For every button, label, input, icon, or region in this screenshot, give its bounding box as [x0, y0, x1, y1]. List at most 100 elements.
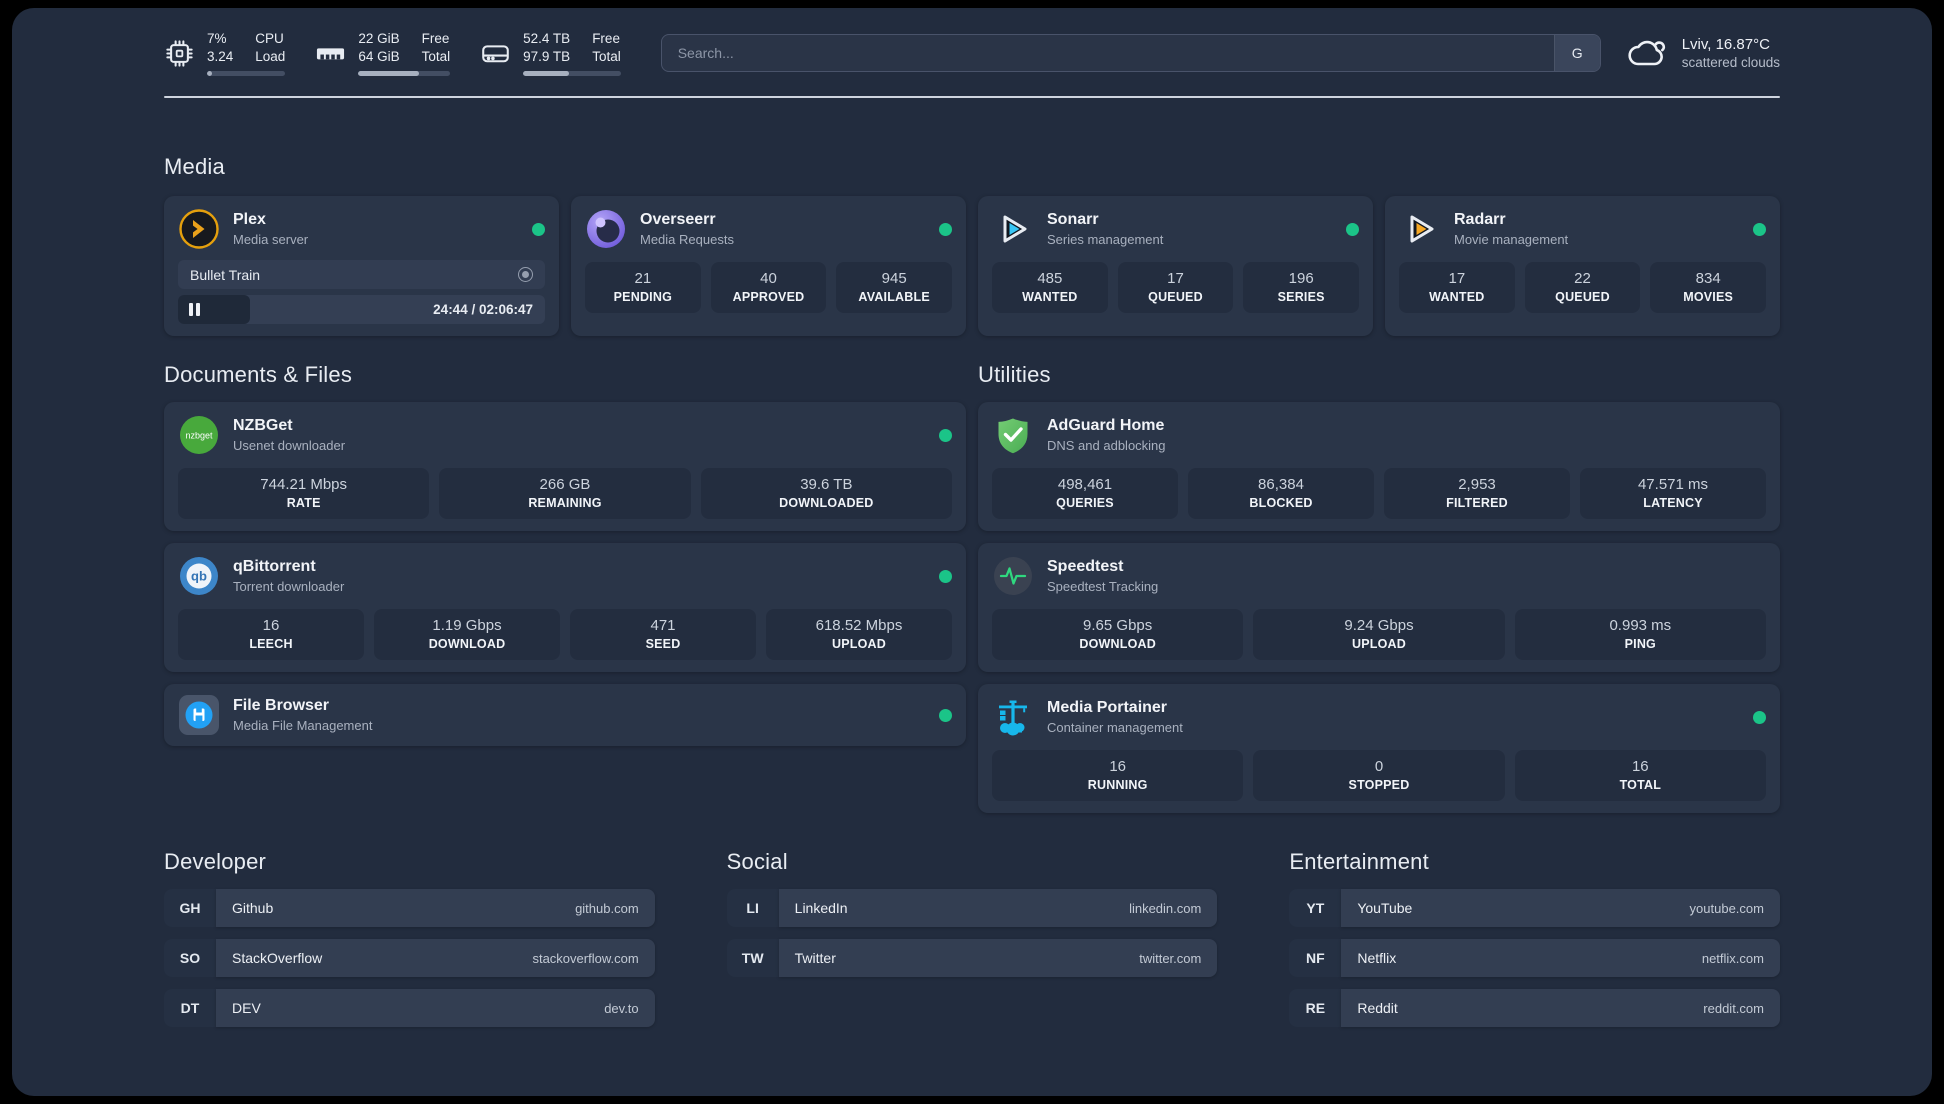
app-card-plex[interactable]: Plex Media server Bullet Train 24:44 / 0…: [164, 196, 559, 337]
bookmark-abbr: DT: [164, 989, 216, 1028]
stat-value: 485: [1037, 270, 1063, 288]
bookmark-netflix[interactable]: NF Netflix netflix.com: [1289, 939, 1780, 978]
cpu-metric: 7% 3.24 CPU Load: [164, 30, 286, 77]
app-card-radarr[interactable]: Radarr Movie management 17 WANTED 22 QUE…: [1385, 196, 1780, 337]
ram-total-label: Total: [421, 49, 451, 65]
portainer-icon: [992, 696, 1034, 738]
stat-tile-series: 196 SERIES: [1243, 262, 1359, 314]
radarr-icon: [1399, 208, 1441, 250]
stat-label: QUEUED: [1148, 290, 1203, 305]
ram-icon: [317, 48, 345, 60]
bookmark-reddit[interactable]: RE Reddit reddit.com: [1289, 989, 1780, 1028]
app-card-filebrowser[interactable]: File Browser Media File Management: [164, 684, 966, 747]
stat-tile-approved: 40 APPROVED: [710, 262, 827, 314]
app-name-nzbget: NZBGet: [233, 417, 293, 435]
stat-value: 39.6 TB: [800, 476, 853, 494]
bookmark-youtube[interactable]: YT YouTube youtube.com: [1289, 889, 1780, 928]
stat-tile-download: 1.19 Gbps DOWNLOAD: [374, 609, 560, 661]
stat-label: WANTED: [1022, 290, 1078, 305]
stat-label: SEED: [645, 637, 681, 652]
stat-value: 9.65 Gbps: [1083, 617, 1153, 635]
stat-label: UPLOAD: [1352, 637, 1406, 652]
bookmark-name: StackOverflow: [232, 950, 323, 967]
bookmark-stackoverflow[interactable]: SO StackOverflow stackoverflow.com: [164, 939, 655, 978]
bookmark-twitter[interactable]: TW Twitter twitter.com: [726, 939, 1218, 978]
bookmark-name: LinkedIn: [794, 900, 848, 917]
player-elapsed: [178, 295, 250, 325]
stat-tile-stopped: 0 STOPPED: [1253, 750, 1505, 802]
stat-label: APPROVED: [732, 290, 805, 305]
section-developer: Developer GH Github github.com SO StackO…: [164, 849, 655, 1028]
stat-value: 16: [262, 617, 280, 635]
speedtest-icon: [992, 555, 1034, 597]
app-card-qbittorrent[interactable]: qb qBittorrent Torrent downloader 16 LEE…: [164, 543, 966, 673]
stat-label: PING: [1624, 637, 1656, 652]
stat-tile-downloaded: 39.6 TB DOWNLOADED: [700, 468, 952, 520]
app-card-portainer[interactable]: Media Portainer Container management 16 …: [978, 684, 1780, 814]
dashboard-panel: 7% 3.24 CPU Load 22 GiB 64 GiB Free Tota…: [12, 8, 1932, 1096]
section-entertainment: Entertainment YT YouTube youtube.com NF …: [1289, 849, 1780, 1028]
stat-tile-upload: 618.52 Mbps UPLOAD: [766, 609, 952, 661]
cpu-progress-fill: [207, 71, 213, 77]
stat-tile-rate: 744.21 Mbps RATE: [178, 468, 430, 520]
app-card-nzbget[interactable]: nzbget NZBGet Usenet downloader 744.21 M…: [164, 402, 966, 532]
section-title-utilities: Utilities: [978, 362, 1051, 388]
ram-metric: 22 GiB 64 GiB Free Total: [315, 30, 451, 77]
app-desc-speedtest: Speedtest Tracking: [1047, 579, 1159, 595]
bookmark-url: reddit.com: [1703, 1000, 1764, 1016]
stat-tile-download: 9.65 Gbps DOWNLOAD: [992, 609, 1244, 661]
stat-tile-upload: 9.24 Gbps UPLOAD: [1253, 609, 1505, 661]
search-input[interactable]: [661, 35, 1554, 72]
ram-progress-fill: [358, 71, 419, 77]
stat-label: WANTED: [1429, 290, 1485, 305]
player-progress-bar[interactable]: 24:44 / 02:06:47: [178, 295, 545, 325]
app-desc-sonarr: Series management: [1047, 232, 1164, 248]
app-card-adguard[interactable]: AdGuard Home DNS and adblocking 498,461 …: [978, 402, 1780, 532]
stat-label: LATENCY: [1643, 496, 1703, 511]
ram-free-label: Free: [421, 31, 450, 46]
stat-label: RATE: [286, 496, 321, 511]
disk-icon: [482, 45, 509, 63]
app-card-sonarr[interactable]: Sonarr Series management 485 WANTED 17 Q…: [978, 196, 1373, 337]
stat-label: DOWNLOADED: [779, 496, 874, 511]
app-card-speedtest[interactable]: Speedtest Speedtest Tracking 9.65 Gbps D…: [978, 543, 1780, 673]
top-bar: 7% 3.24 CPU Load 22 GiB 64 GiB Free Tota…: [164, 8, 1780, 77]
bookmark-name: Twitter: [794, 950, 836, 967]
bookmark-abbr: SO: [164, 939, 216, 978]
app-desc-qbittorrent: Torrent downloader: [233, 579, 345, 595]
app-name-qbittorrent: qBittorrent: [233, 558, 316, 576]
disk-total-label: Total: [592, 49, 621, 65]
stat-label: SERIES: [1277, 290, 1325, 305]
search-engine-button[interactable]: G: [1553, 35, 1600, 72]
stat-value: 618.52 Mbps: [815, 617, 903, 635]
filebrowser-icon: [178, 694, 220, 736]
now-playing-row: Bullet Train: [178, 260, 545, 290]
ram-free-value: 22 GiB: [358, 31, 400, 46]
disk-metric: 52.4 TB 97.9 TB Free Total: [480, 30, 621, 77]
stat-label: FILTERED: [1446, 496, 1508, 511]
stat-value: 834: [1695, 270, 1721, 288]
stat-tile-ping: 0.993 ms PING: [1514, 609, 1766, 661]
section-media: Media Plex Media server Bullet Train 24:…: [164, 154, 1780, 337]
app-desc-plex: Media server: [233, 232, 309, 248]
status-online-dot: [1753, 710, 1766, 724]
stat-label: AVAILABLE: [858, 290, 930, 305]
status-online-dot: [1753, 222, 1766, 236]
pause-button[interactable]: [189, 303, 200, 317]
weather-condition: scattered clouds: [1681, 55, 1780, 71]
bookmark-name: YouTube: [1357, 900, 1413, 917]
stat-tile-latency: 47.571 ms LATENCY: [1580, 468, 1766, 520]
stat-tile-pending: 21 PENDING: [585, 262, 701, 314]
bookmark-abbr: LI: [726, 889, 779, 928]
section-title-documents: Documents & Files: [164, 362, 353, 388]
session-icon[interactable]: [518, 267, 533, 283]
stat-tile-filtered: 2,953 FILTERED: [1384, 468, 1570, 520]
app-card-overseerr[interactable]: Overseerr Media Requests 21 PENDING 40 A…: [571, 196, 966, 337]
stat-label: TOTAL: [1619, 778, 1662, 793]
bookmark-dev[interactable]: DT DEV dev.to: [164, 989, 655, 1028]
bookmark-github[interactable]: GH Github github.com: [164, 889, 655, 928]
app-desc-adguard: DNS and adblocking: [1047, 438, 1166, 454]
app-name-filebrowser: File Browser: [233, 697, 330, 715]
search-bar: G: [660, 34, 1601, 73]
bookmark-linkedin[interactable]: LI LinkedIn linkedin.com: [726, 889, 1218, 928]
